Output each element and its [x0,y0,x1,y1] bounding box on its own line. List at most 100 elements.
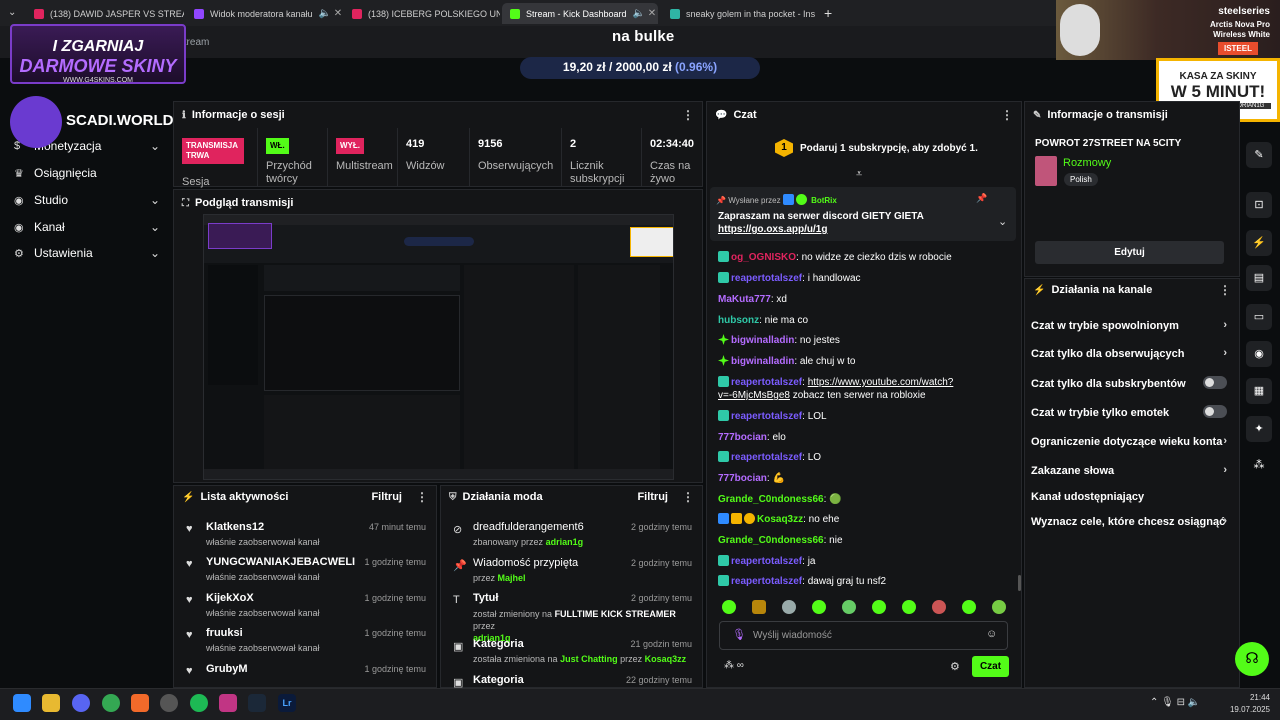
broadcast-tool-button[interactable]: ◉ [1246,341,1272,367]
app-icon[interactable] [131,694,149,712]
sidebar-item-osiagniecia[interactable]: ♛ Osiągnięcia [14,166,160,180]
chat-message[interactable]: reapertotalszef: dawaj graj tu nsf2 [718,575,1008,588]
chat-tool-button[interactable]: ▭ [1246,304,1272,330]
emote-icon[interactable] [812,600,826,614]
chat-message[interactable]: reapertotalszef: i handlowac [718,272,1008,285]
edit-stream-button[interactable]: Edytuj [1035,241,1224,264]
action-account-age[interactable]: Ograniczenie dotyczące wieku konta › [1031,435,1227,448]
emote-icon[interactable] [962,600,976,614]
microphone-icon[interactable]: 🎙 [732,628,746,641]
chat-message[interactable]: og_OGNISKO: no widze ze ciezko dzis w ro… [718,251,1008,264]
browser-tab-4-active[interactable]: Stream - Kick Dashboard 🔈 ✕ [502,3,658,24]
bolt-tool-button[interactable]: ⚡ [1246,230,1272,256]
instagram-icon[interactable] [219,694,237,712]
gear-icon[interactable]: ⚙ [950,660,960,673]
tab-search-button[interactable]: ⌄ [8,7,16,18]
pinned-link[interactable]: https://go.oxs.app/u/1g [718,224,827,235]
chat-message[interactable]: Kosaq3zz: no ehe [718,513,1008,526]
sidebar-item-ustawienia[interactable]: ⚙ Ustawienia ⌄ [14,246,160,260]
more-options-icon[interactable]: ⋮ [1219,283,1231,297]
document-tool-button[interactable]: ▤ [1246,265,1272,291]
gift-sub-text[interactable]: Podaruj 1 subskrypcję, aby zdobyć 1. [800,143,978,154]
more-options-icon[interactable]: ⋮ [1001,108,1013,122]
browser-tab-3[interactable]: (138) ICEBERG POLSKIEGO UN✕ [344,3,500,24]
chat-message[interactable]: 777bocian: 💪 [718,472,1008,485]
users-tool-button[interactable]: ⁂ [1246,452,1272,478]
steelseries-ad[interactable]: steelseries Arctis Nova Pro Wireless Whit… [1056,0,1280,60]
chat-message[interactable]: 777bocian: elo [718,431,1008,444]
emote-only-toggle[interactable] [1203,405,1227,418]
spotify-icon[interactable] [190,694,208,712]
sidebar-item-studio[interactable]: ◉ Studio ⌄ [14,193,160,207]
chat-input-field[interactable]: 🎙 Wyślij wiadomość ☺ [719,621,1008,650]
layout-tool-button[interactable]: ▦ [1246,378,1272,404]
instagram-icon [670,8,680,19]
chat-scrollbar[interactable] [1018,575,1021,591]
scadi-world-logo: SCADI.WORLD [8,96,180,148]
scroll-down-icon[interactable]: ⩡ [856,168,862,181]
chevron-right-icon: › [1223,515,1227,527]
lightroom-icon[interactable]: Lr [278,694,296,712]
emote-icon[interactable] [722,600,736,614]
chat-message[interactable]: Grande_C0ndoness66: 🟢 [718,493,1008,506]
chat-message[interactable]: bigwinalladin: no jestes [718,334,1008,347]
emote-icon[interactable] [902,600,916,614]
action-emote-only[interactable]: Czat w trybie tylko emotek [1031,405,1227,419]
wrench-tool-button[interactable]: ✦ [1246,416,1272,442]
browser-tab-1[interactable]: (138) DAWID JASPER VS STREAM✕ [26,3,184,24]
edit-tool-button[interactable]: ✎ [1246,142,1272,168]
more-options-icon[interactable]: ⋮ [682,108,694,122]
action-banned-words[interactable]: Zakazane słowa › [1031,464,1227,477]
action-slow-mode[interactable]: Czat w trybie spowolnionym › [1031,319,1227,332]
category-name[interactable]: Rozmowy [1063,157,1111,169]
discord-icon[interactable] [72,694,90,712]
subscribers-only-toggle[interactable] [1203,376,1227,389]
emoji-icon[interactable]: ☺ [986,628,997,640]
skins-ad-banner[interactable]: I ZGARNIAJ DARMOWE SKINY WWW.G4SKINS.COM [10,24,186,84]
send-chat-button[interactable]: Czat [972,656,1009,677]
steam-icon[interactable] [248,694,266,712]
close-icon[interactable]: ✕ [815,8,818,19]
browser-tab-5[interactable]: sneaky golem in tha pocket - Ins✕ [662,3,818,24]
chat-message[interactable]: Grande_C0ndoness66: nie [718,534,1008,547]
chrome-icon[interactable] [102,694,120,712]
sidebar-item-kanal[interactable]: ◉ Kanał ⌄ [14,220,160,234]
activity-filter-button[interactable]: Filtruj [371,491,402,503]
chevron-down-icon[interactable]: ⌄ [998,215,1007,228]
action-subscribers-only[interactable]: Czat tylko dla subskrybentów [1031,376,1227,390]
mod-filter-button[interactable]: Filtruj [637,491,668,503]
action-followers-only[interactable]: Czat tylko dla obserwujących › [1031,347,1227,360]
headset-support-icon[interactable]: ☊ [1235,642,1269,676]
chat-message[interactable]: MaKuta777: xd [718,293,1008,306]
obs-icon[interactable] [160,694,178,712]
heart-icon: ♥ [186,594,193,606]
more-options-icon[interactable]: ⋮ [682,490,694,504]
chat-message[interactable]: reapertotalszef: ja [718,555,1008,568]
browser-tab-2[interactable]: Widok moderatora kanału 🔈 ✕ [186,3,342,24]
action-set-goals[interactable]: Wyznacz cele, które chcesz osiągnąć › [1031,515,1227,528]
taskbar-time: 21:44 [1249,693,1270,702]
start-menu-icon[interactable] [13,694,31,712]
emote-icon[interactable] [842,600,856,614]
chat-message[interactable]: bigwinalladin: ale chuj w to [718,355,1008,368]
unpin-icon[interactable]: 📌 [976,193,987,204]
close-icon[interactable]: 🔈 ✕ [627,8,657,19]
chat-message[interactable]: reapertotalszef: LO [718,451,1008,464]
camera-tool-button[interactable]: ⊡ [1246,192,1272,218]
emote-icon[interactable] [872,600,886,614]
emote-icon[interactable] [752,600,766,614]
emote-icon[interactable] [992,600,1006,614]
new-tab-button[interactable]: + [824,5,832,21]
stream-preview-video[interactable] [203,214,674,480]
chat-message[interactable]: reapertotalszef: LOL [718,410,1008,423]
chat-message[interactable]: reapertotalszef: https://www.youtube.com… [718,376,1008,402]
system-tray-icons[interactable]: ⌃ 🎙 ⊟ 🔈 [1150,697,1200,708]
emote-icon[interactable] [932,600,946,614]
more-options-icon[interactable]: ⋮ [416,490,428,504]
file-explorer-icon[interactable] [42,694,60,712]
users-icon[interactable]: ⁂ [724,660,734,671]
emote-icon[interactable] [782,600,796,614]
action-host-channel[interactable]: Kanał udostępniający [1031,491,1227,503]
infinity-icon[interactable]: ∞ [737,660,744,671]
chat-message[interactable]: hubsonz: nie ma co [718,314,1008,327]
